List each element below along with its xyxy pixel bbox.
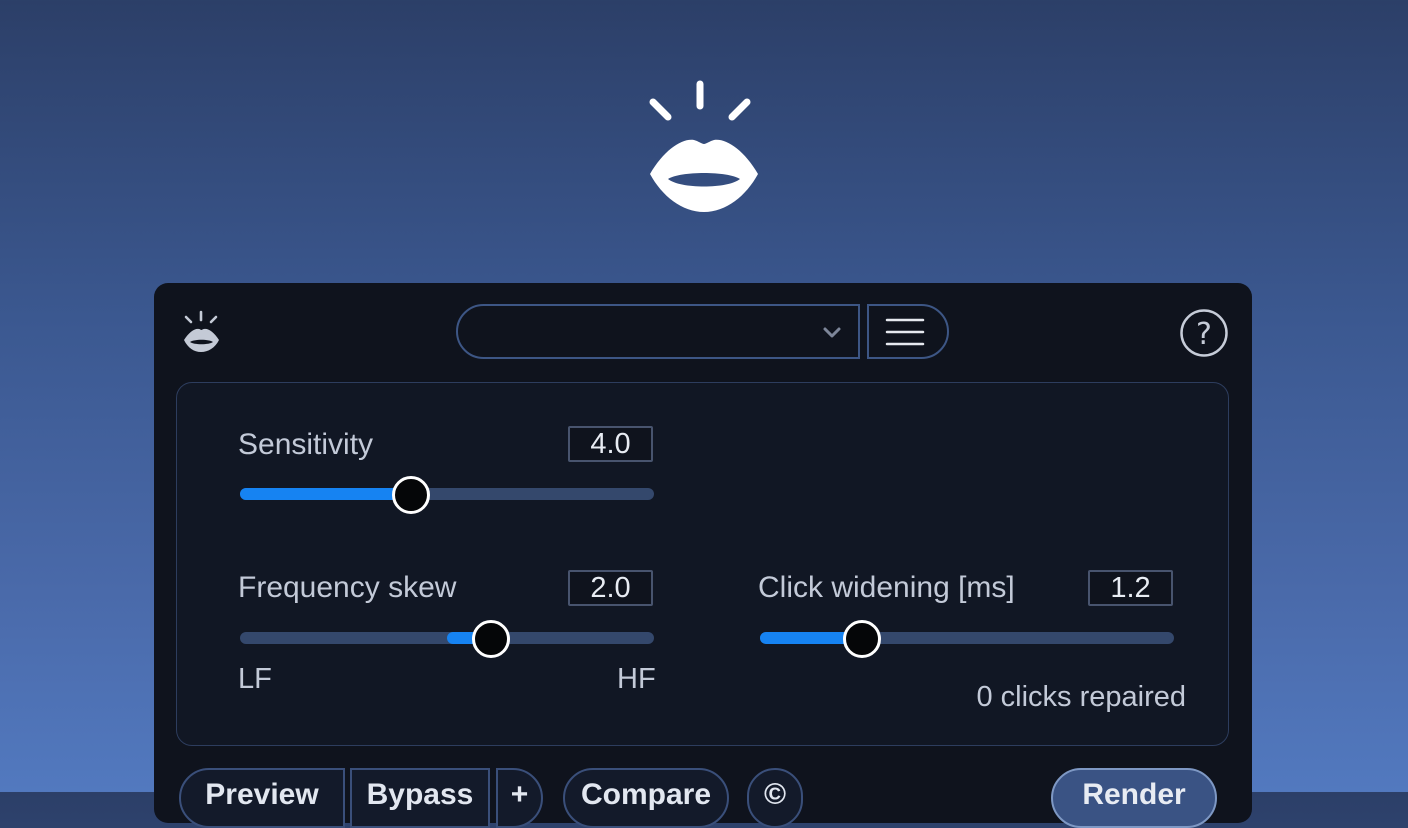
hamburger-menu-icon	[885, 318, 925, 346]
chevron-down-icon	[823, 327, 841, 338]
compare-button[interactable]: Compare	[563, 768, 729, 828]
preset-dropdown[interactable]	[456, 304, 860, 359]
slider-fill	[240, 488, 408, 500]
controls-area: Sensitivity 4.0 Frequency skew 2.0 LF HF…	[176, 382, 1229, 746]
help-label: ?	[1196, 317, 1212, 352]
frequency-skew-value[interactable]: 2.0	[568, 570, 653, 606]
slider-thumb[interactable]	[391, 476, 430, 514]
preview-button[interactable]: Preview	[179, 768, 345, 828]
sensitivity-value[interactable]: 4.0	[568, 426, 653, 462]
click-widening-label: Click widening [ms]	[758, 571, 1015, 604]
lips-logo-icon	[184, 310, 219, 352]
click-widening-value[interactable]: 1.2	[1088, 570, 1173, 606]
bypass-button[interactable]: Bypass	[350, 768, 490, 828]
help-icon[interactable]: ?	[1180, 309, 1228, 357]
click-widening-slider[interactable]	[760, 618, 1174, 658]
sensitivity-slider[interactable]	[240, 474, 654, 514]
plugin-panel: ? Sensitivity 4.0 Frequency skew 2.0 LF …	[154, 283, 1252, 828]
render-button[interactable]: Render	[1051, 768, 1217, 828]
add-button[interactable]: +	[496, 768, 543, 828]
status-text: 0 clicks repaired	[976, 681, 1186, 713]
frequency-skew-slider[interactable]	[240, 618, 654, 658]
preset-menu-button[interactable]	[867, 304, 949, 359]
copyright-icon[interactable]: ©	[747, 768, 803, 828]
low-frequency-label: LF	[238, 663, 272, 695]
slider-thumb[interactable]	[843, 620, 882, 658]
lips-logo-icon	[649, 80, 758, 212]
high-frequency-label: HF	[617, 663, 656, 695]
slider-thumb[interactable]	[472, 620, 511, 658]
sensitivity-label: Sensitivity	[238, 428, 374, 461]
frequency-skew-label: Frequency skew	[238, 571, 457, 604]
